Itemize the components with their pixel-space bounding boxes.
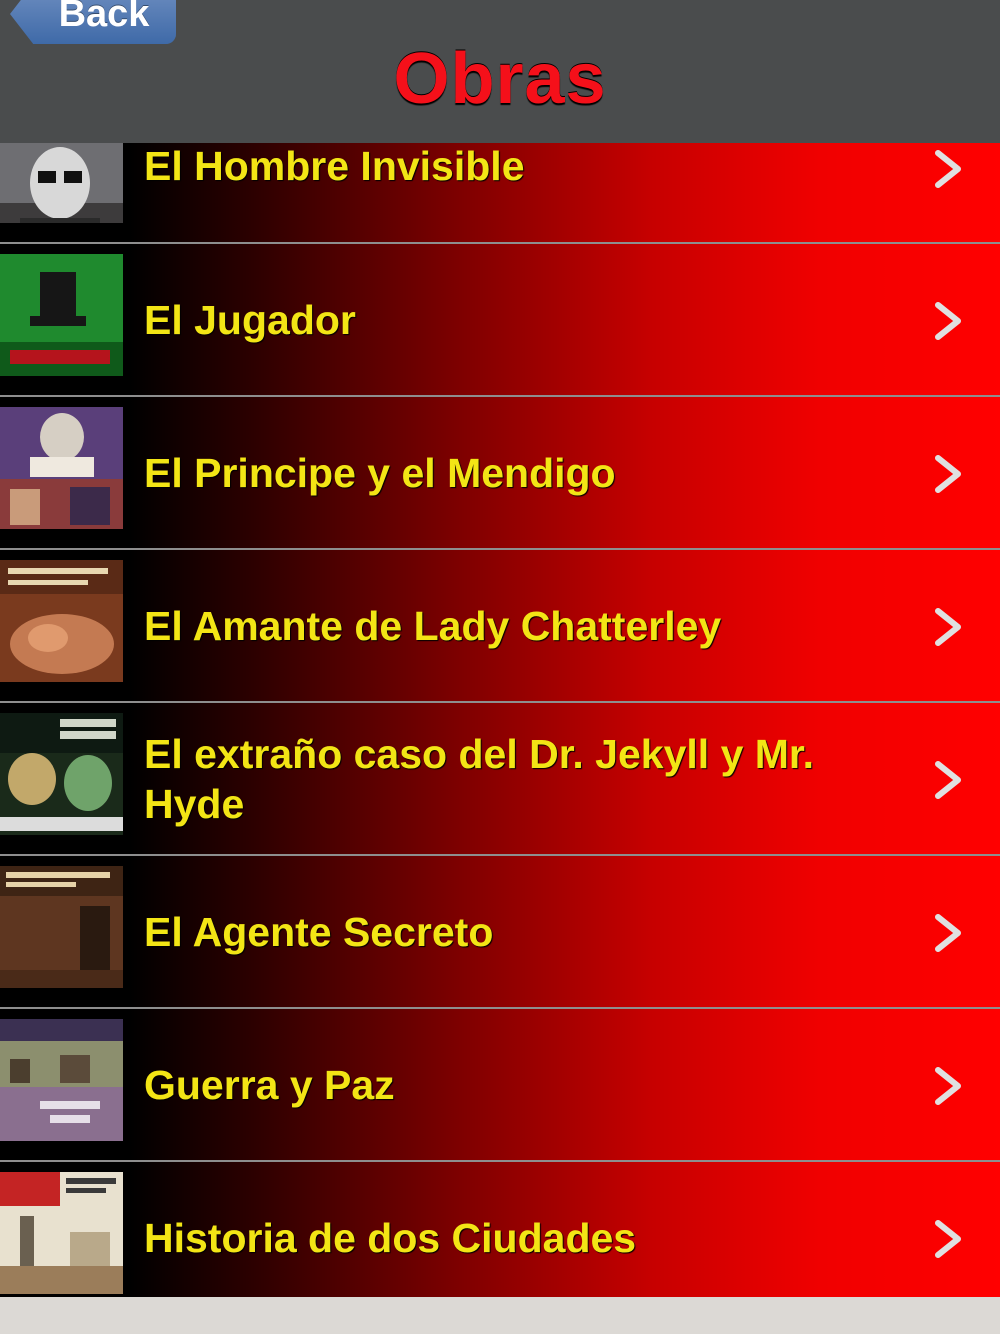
book-cover-thumbnail [0,866,123,988]
page-title: Obras [393,39,607,119]
chevron-right-icon [932,454,964,494]
book-cover-thumbnail [0,143,123,223]
list-item[interactable]: Historia de dos Ciudades [0,1162,1000,1315]
navigation-bar: Back Obras [0,0,1000,143]
list-item-title: El Hombre Invisible [144,143,525,189]
list-item-title: El Principe y el Mendigo [144,449,616,496]
chevron-right-icon [932,1066,964,1106]
book-cover-thumbnail [0,560,123,682]
book-cover-thumbnail [0,254,123,376]
chevron-right-icon [932,149,964,189]
chevron-right-icon [932,1219,964,1259]
list-item-title: El Amante de Lady Chatterley [144,602,722,649]
list-item-title: El Jugador [144,296,356,343]
list-item[interactable]: El extraño caso del Dr. Jekyll y Mr. Hyd… [0,703,1000,856]
book-cover-thumbnail [0,1172,123,1294]
list-item-title: Guerra y Paz [144,1061,395,1108]
bottom-background [0,1297,1000,1334]
book-list: El Hombre Invisible El Jugador El Princi… [0,143,1000,1315]
chevron-right-icon [932,301,964,341]
list-item-title: El Agente Secreto [144,908,494,955]
book-cover-thumbnail [0,407,123,529]
chevron-right-icon [932,607,964,647]
list-item[interactable]: El Principe y el Mendigo [0,397,1000,550]
chevron-right-icon [932,913,964,953]
book-cover-thumbnail [0,1019,123,1141]
list-item[interactable]: El Jugador [0,244,1000,397]
book-cover-thumbnail [0,713,123,835]
list-item[interactable]: El Amante de Lady Chatterley [0,550,1000,703]
list-item[interactable]: El Agente Secreto [0,856,1000,1009]
chevron-right-icon [932,760,964,800]
list-item-title: Historia de dos Ciudades [144,1214,637,1261]
list-item[interactable]: Guerra y Paz [0,1009,1000,1162]
list-item[interactable]: El Hombre Invisible [0,143,1000,244]
list-item-title: El extraño caso del Dr. Jekyll y Mr. Hyd… [144,730,814,827]
